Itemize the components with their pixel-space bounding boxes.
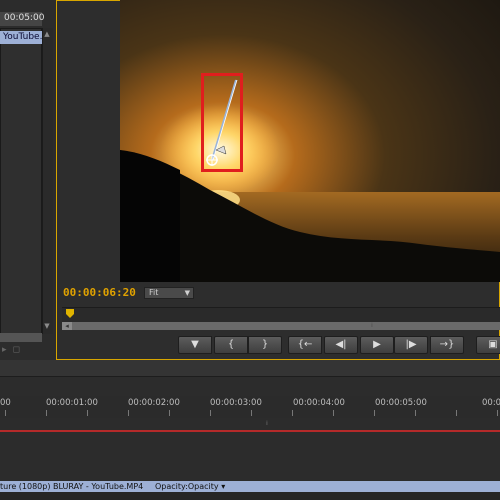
mark-out-button[interactable]: }: [248, 336, 282, 354]
ruler-tick: [210, 410, 211, 416]
ruler-tick: [292, 410, 293, 416]
ruler-tick: [5, 410, 6, 416]
project-vertical-scrollbar[interactable]: [42, 28, 53, 334]
add-marker-button[interactable]: ▼: [178, 336, 212, 354]
step-forward-button[interactable]: |▶: [394, 336, 428, 354]
ruler-tick-label: 00: [0, 398, 11, 408]
ruler-tick: [128, 410, 129, 416]
project-horizontal-scrollbar[interactable]: [0, 333, 42, 342]
timeline-header-strip: [0, 360, 500, 377]
work-area-bar[interactable]: [0, 430, 500, 432]
monitor-time-ruler[interactable]: [62, 307, 500, 322]
project-item-selected[interactable]: YouTube.: [0, 31, 42, 44]
ruler-tick-label: 00:00:03:00: [210, 398, 262, 408]
ruler-tick-label: 00:00:05:00: [375, 398, 427, 408]
chevron-down-icon: ▼: [184, 289, 190, 297]
video-preview[interactable]: [120, 0, 500, 282]
go-to-in-button[interactable]: {←: [288, 336, 322, 354]
sunset-frame-image: [120, 0, 500, 282]
ruler-tick: [415, 410, 416, 416]
ruler-tick: [497, 410, 498, 416]
ruler-tick: [374, 410, 375, 416]
ruler-tick: [87, 410, 88, 416]
ruler-tick: [333, 410, 334, 416]
mark-in-button[interactable]: {: [214, 336, 248, 354]
ruler-tick-label: 00:00:04:00: [293, 398, 345, 408]
zoom-level-value: Fit: [149, 288, 159, 297]
clip-opacity-menu[interactable]: Opacity:Opacity ▾: [155, 481, 225, 492]
clip-name: ture (1080p) BLURAY - YouTube.MP4: [0, 482, 144, 491]
current-timecode[interactable]: 00:00:06:20: [63, 286, 136, 299]
ruler-tick-label: 00:00:01:00: [46, 398, 98, 408]
ruler-tick: [169, 410, 170, 416]
ruler-tick: [251, 410, 252, 416]
go-to-out-button[interactable]: →}: [430, 336, 464, 354]
zoom-level-select[interactable]: Fit ▼: [144, 287, 194, 299]
ruler-tick: [46, 410, 47, 416]
play-button[interactable]: ▶: [360, 336, 394, 354]
scroll-up-icon[interactable]: ▲: [43, 30, 51, 38]
ruler-tick: [456, 410, 457, 416]
timeline-bottom-strip: [0, 492, 500, 500]
export-frame-button[interactable]: ▣: [476, 336, 500, 354]
pen-tool-icon: [206, 79, 238, 166]
step-back-button[interactable]: ◀|: [324, 336, 358, 354]
monitor-zoom-scrollbar[interactable]: [62, 322, 500, 330]
timeline-clip[interactable]: ture (1080p) BLURAY - YouTube.MP4 Opacit…: [0, 481, 500, 492]
ruler-tick-label: 00:0: [482, 398, 500, 408]
project-duration-label: 00:05:00: [4, 13, 45, 23]
work-area-grip-icon[interactable]: ⁞: [266, 420, 268, 427]
ruler-tick-label: 00:00:02:00: [128, 398, 180, 408]
zoom-grip-icon[interactable]: ⁞: [371, 323, 377, 329]
scroll-down-icon[interactable]: ▼: [43, 322, 51, 330]
zoom-handle-left[interactable]: ◂: [62, 322, 72, 330]
video-track[interactable]: [0, 434, 500, 484]
project-item-list[interactable]: [0, 28, 42, 334]
project-footer-icons[interactable]: ▸◻: [2, 345, 26, 355]
